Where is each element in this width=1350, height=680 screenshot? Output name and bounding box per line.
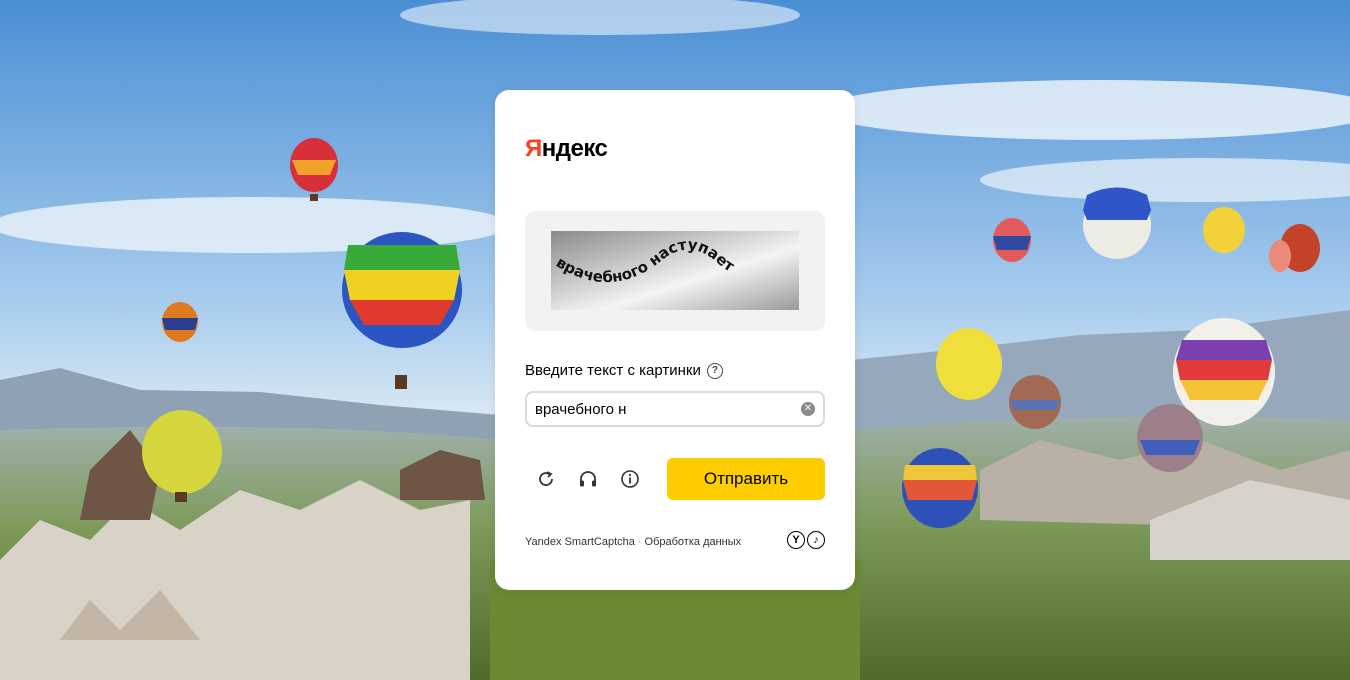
captcha-footer: Yandex SmartCaptcha · Обработка данных: [525, 536, 741, 548]
headphones-icon[interactable]: [577, 468, 599, 490]
yandex-badge-icon[interactable]: Y: [787, 531, 805, 549]
submit-button[interactable]: Отправить: [667, 458, 825, 500]
yandex-logo[interactable]: Яндекс: [525, 135, 608, 163]
logo-rest: ндекс: [541, 135, 608, 162]
captcha-prompt: Введите текст с картинки ?: [525, 362, 723, 379]
captcha-image-container: врачебного наступает: [525, 211, 825, 331]
logo-first-letter: Я: [525, 135, 542, 162]
info-icon[interactable]: [619, 468, 641, 490]
product-name: Yandex SmartCaptcha: [525, 536, 635, 548]
captcha-image: врачебного наступает: [551, 231, 799, 310]
data-processing-link[interactable]: Обработка данных: [645, 536, 742, 548]
question-circle-icon[interactable]: ?: [706, 362, 723, 379]
clear-input-icon[interactable]: ✕: [801, 402, 815, 416]
captcha-input[interactable]: [535, 393, 790, 425]
footer-separator: ·: [637, 536, 642, 548]
refresh-icon[interactable]: [535, 468, 557, 490]
footer-badges: Y ♪: [787, 531, 825, 549]
captcha-card: Яндекс врачебного наступает Введите текс…: [495, 90, 855, 590]
captcha-input-field[interactable]: ✕: [525, 391, 825, 427]
prompt-label: Введите текст с картинки: [525, 362, 701, 379]
music-note-icon[interactable]: ♪: [807, 531, 825, 549]
